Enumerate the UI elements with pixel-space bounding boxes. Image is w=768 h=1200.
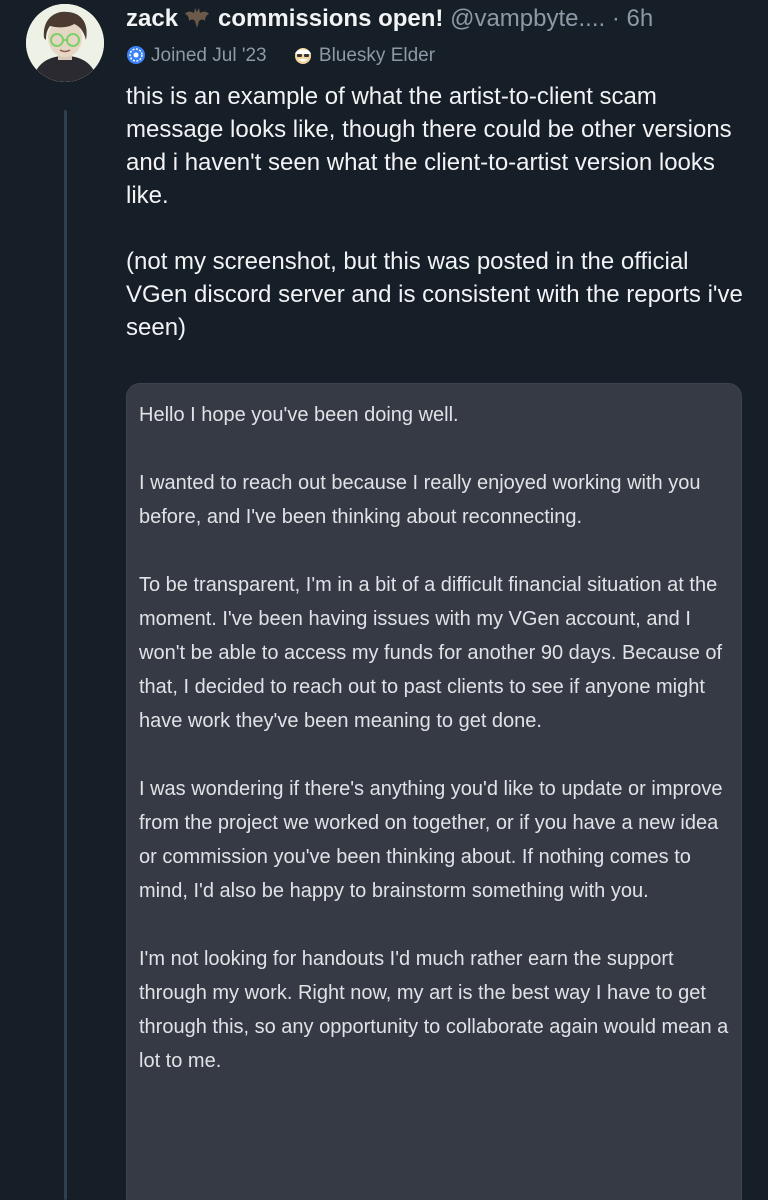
elder-badge: Bluesky Elder (292, 42, 435, 70)
bat-icon (184, 6, 210, 36)
embedded-message-text: Hello I hope you've been doing well. I w… (139, 398, 729, 1078)
elder-face-icon (294, 48, 311, 64)
handle[interactable]: @vampbyte.... (450, 5, 605, 32)
message-paragraph: I wanted to reach out because I really e… (139, 472, 701, 528)
separator: · (611, 5, 620, 32)
starburst-badge-icon (127, 46, 145, 64)
post-text: this is an example of what the artist-to… (126, 80, 746, 344)
message-paragraph: I'm not looking for handouts I'd much ra… (139, 948, 729, 1072)
post: zack commissions open! @vampbyte.... · 6h… (0, 0, 768, 1200)
elder-badge-label: Bluesky Elder (318, 45, 436, 66)
post-text-paragraph: this is an example of what the artist-to… (126, 83, 732, 209)
message-paragraph: I was wondering if there's anything you'… (139, 778, 723, 902)
badge-row: Joined Jul '23 Bluesky Elder (126, 42, 455, 70)
post-time[interactable]: 6h (627, 5, 654, 32)
post-text-paragraph: (not my screenshot, but this was posted … (126, 248, 743, 341)
avatar-illustration (26, 4, 104, 82)
message-paragraph: Hello I hope you've been doing well. (139, 404, 459, 426)
message-paragraph: To be transparent, I'm in a bit of a dif… (139, 574, 723, 732)
joined-badge-label: Joined Jul '23 (151, 45, 267, 66)
embedded-image[interactable]: Hello I hope you've been doing well. I w… (126, 383, 742, 1200)
display-name[interactable]: zack (126, 5, 178, 32)
avatar[interactable] (26, 4, 104, 82)
display-name-suffix[interactable]: commissions open! (218, 5, 443, 32)
post-header: zack commissions open! @vampbyte.... · 6h (126, 2, 756, 36)
thread-line (64, 110, 67, 1200)
joined-badge: Joined Jul '23 (126, 42, 267, 70)
